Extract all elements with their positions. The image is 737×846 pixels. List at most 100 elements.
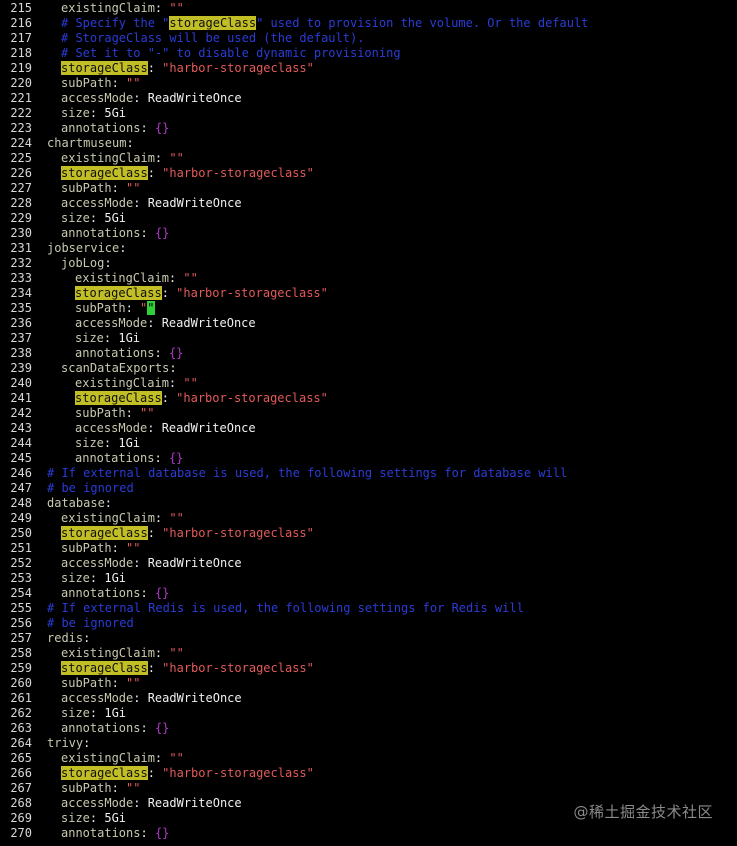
code-line[interactable]: 238 annotations: {}	[0, 346, 737, 361]
code-editor[interactable]: 215 existingClaim: "" 216 # Specify the "st…	[0, 0, 737, 846]
punctuation: :	[133, 556, 148, 570]
code-line[interactable]: 249 existingClaim: ""	[0, 511, 737, 526]
code-line[interactable]: 262 size: 1Gi	[0, 706, 737, 721]
string-value: "harbor-storageclass"	[176, 391, 328, 405]
code-line[interactable]: 254 annotations: {}	[0, 586, 737, 601]
code-line[interactable]: 258 existingClaim: ""	[0, 646, 737, 661]
code-line[interactable]: 223 annotations: {}	[0, 121, 737, 136]
code-line[interactable]: 265 existingClaim: ""	[0, 751, 737, 766]
comment: # If external database is used, the foll…	[47, 466, 568, 480]
code-line[interactable]: 261 accessMode: ReadWriteOnce	[0, 691, 737, 706]
code-line[interactable]: 264 trivy:	[0, 736, 737, 751]
search-highlight: storageClass	[61, 661, 148, 675]
punctuation: :	[154, 1, 170, 15]
yaml-key: subPath	[61, 541, 112, 555]
code-line[interactable]: 252 accessMode: ReadWriteOnce	[0, 556, 737, 571]
punctuation: :	[89, 211, 105, 225]
code-line[interactable]: 220 subPath: ""	[0, 76, 737, 91]
code-line[interactable]: 237 size: 1Gi	[0, 331, 737, 346]
code-text: subPath: ""	[61, 781, 140, 796]
punctuation: :	[133, 691, 148, 705]
line-number: 234	[10, 286, 32, 300]
line-number: 255	[10, 601, 32, 615]
code-line[interactable]: 267 subPath: ""	[0, 781, 737, 796]
code-text: # Set it to "-" to disable dynamic provi…	[61, 46, 401, 61]
line-number: 266	[10, 766, 32, 780]
code-text: size: 1Gi	[75, 436, 140, 451]
yaml-key: size	[61, 211, 90, 225]
punctuation: :	[161, 286, 177, 300]
string-value: "harbor-storageclass"	[162, 766, 314, 780]
empty-map: {}	[168, 451, 184, 465]
punctuation: :	[104, 496, 113, 510]
line-number: 249	[10, 511, 32, 525]
code-line[interactable]: 260 subPath: ""	[0, 676, 737, 691]
code-line[interactable]: 229 size: 5Gi	[0, 211, 737, 226]
code-line[interactable]: 231 jobservice:	[0, 241, 737, 256]
code-line[interactable]: 219 storageClass: "harbor-storageclass"	[0, 61, 737, 76]
punctuation: :	[125, 301, 141, 315]
code-line[interactable]: 233 existingClaim: ""	[0, 271, 737, 286]
code-line[interactable]: 222 size: 5Gi	[0, 106, 737, 121]
value: ReadWriteOnce	[161, 421, 256, 435]
punctuation: :	[147, 766, 163, 780]
punctuation: :	[154, 346, 169, 360]
value: 1Gi	[104, 706, 127, 720]
code-line[interactable]: 236 accessMode: ReadWriteOnce	[0, 316, 737, 331]
punctuation: :	[154, 646, 170, 660]
code-line[interactable]: 245 annotations: {}	[0, 451, 737, 466]
punctuation: :	[126, 136, 134, 150]
code-line[interactable]: 227 subPath: ""	[0, 181, 737, 196]
code-line[interactable]: 243 accessMode: ReadWriteOnce	[0, 421, 737, 436]
code-line[interactable]: 226 storageClass: "harbor-storageclass"	[0, 166, 737, 181]
search-highlight: storageClass	[75, 286, 162, 300]
code-line[interactable]: 263 annotations: {}	[0, 721, 737, 736]
code-line[interactable]: 217 # StorageClass will be used (the defa…	[0, 31, 737, 46]
code-line[interactable]: 257 redis:	[0, 631, 737, 646]
code-line[interactable]: 255 # If external Redis is used, the foll…	[0, 601, 737, 616]
code-line[interactable]: 251 subPath: ""	[0, 541, 737, 556]
code-line[interactable]: 225 existingClaim: ""	[0, 151, 737, 166]
string-value: ""	[169, 646, 184, 660]
code-line[interactable]: 246 # If external database is used, the f…	[0, 466, 737, 481]
punctuation: :	[83, 631, 91, 645]
line-number: 265	[10, 751, 32, 765]
code-line[interactable]: 253 size: 1Gi	[0, 571, 737, 586]
punctuation: :	[154, 511, 170, 525]
code-line[interactable]: 215 existingClaim: ""	[0, 1, 737, 16]
yaml-key: annotations	[61, 226, 141, 240]
line-number: 217	[10, 31, 32, 45]
string-value: ""	[140, 406, 155, 420]
punctuation: :	[154, 451, 169, 465]
code-line[interactable]: 232 jobLog:	[0, 256, 737, 271]
code-line[interactable]: 239 scanDataExports:	[0, 361, 737, 376]
code-text: subPath: ""	[61, 676, 140, 691]
code-line[interactable]: 224 chartmuseum:	[0, 136, 737, 151]
code-line[interactable]: 234 storageClass: "harbor-storageclass"	[0, 286, 737, 301]
code-line[interactable]: 216 # Specify the "storageClass" used to …	[0, 16, 737, 31]
code-line[interactable]: 218 # Set it to "-" to disable dynamic pr…	[0, 46, 737, 61]
line-number: 262	[10, 706, 32, 720]
code-line[interactable]: 240 existingClaim: ""	[0, 376, 737, 391]
punctuation: :	[133, 91, 148, 105]
code-line[interactable]: 221 accessMode: ReadWriteOnce	[0, 91, 737, 106]
punctuation: :	[168, 376, 184, 390]
code-line[interactable]: 242 subPath: ""	[0, 406, 737, 421]
line-number: 218	[10, 46, 32, 60]
code-line[interactable]: 256 # be ignored	[0, 616, 737, 631]
code-line[interactable]: 266 storageClass: "harbor-storageclass"	[0, 766, 737, 781]
yaml-key: accessMode	[61, 91, 134, 105]
code-line[interactable]: 259 storageClass: "harbor-storageclass"	[0, 661, 737, 676]
code-line[interactable]: 230 annotations: {}	[0, 226, 737, 241]
yaml-key: subPath	[61, 181, 112, 195]
code-line[interactable]: 228 accessMode: ReadWriteOnce	[0, 196, 737, 211]
code-line[interactable]: 244 size: 1Gi	[0, 436, 737, 451]
code-line[interactable]: 235 subPath: ""	[0, 301, 737, 316]
code-line[interactable]: 248 database:	[0, 496, 737, 511]
line-number: 248	[10, 496, 32, 510]
punctuation: :	[111, 181, 127, 195]
code-line[interactable]: 270 annotations: {}	[0, 826, 737, 841]
code-line[interactable]: 250 storageClass: "harbor-storageclass"	[0, 526, 737, 541]
code-line[interactable]: 241 storageClass: "harbor-storageclass"	[0, 391, 737, 406]
code-line[interactable]: 247 # be ignored	[0, 481, 737, 496]
